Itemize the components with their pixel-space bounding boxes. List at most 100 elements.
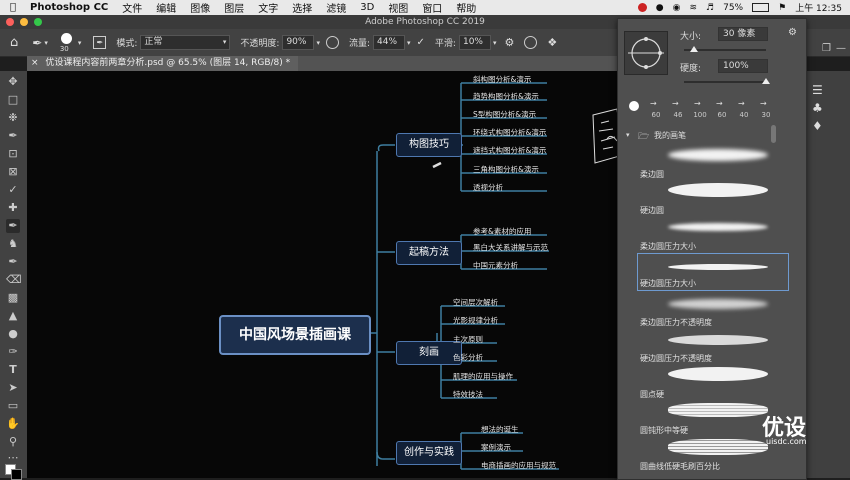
flag-icon[interactable]: ⚑ (778, 3, 786, 13)
menu-window[interactable]: 窗口 (422, 0, 442, 15)
chevron-down-icon[interactable]: ▾ (44, 39, 48, 47)
mindmap-leaf[interactable]: 案例演示 (481, 442, 511, 453)
background-color-swatch[interactable] (11, 469, 22, 480)
mindmap-leaf[interactable]: 透视分析 (473, 182, 503, 193)
menu-help[interactable]: 帮助 (456, 0, 476, 15)
wifi-icon[interactable]: ≋ (689, 3, 697, 13)
menu-app[interactable]: Photoshop CC (30, 2, 108, 13)
pen-tool-icon[interactable]: ✑ (6, 345, 20, 359)
brush-group-name[interactable]: 我的画笔 (654, 130, 686, 141)
tip-preset-icon[interactable]: → (650, 99, 657, 108)
brush-tool-icon[interactable]: ✒ (6, 219, 20, 233)
gear-icon[interactable]: ⚙ (504, 36, 514, 49)
move-tool-icon[interactable]: ✥ (6, 75, 20, 89)
mindmap-leaf[interactable]: 特效技法 (453, 389, 483, 400)
brush-item[interactable]: 硬边圆 (638, 179, 788, 215)
brush-size-input[interactable]: 30 像素 (718, 27, 768, 41)
mindmap-leaf[interactable]: 肌理的应用与操作 (453, 371, 513, 382)
type-tool-icon[interactable]: T (6, 363, 20, 377)
crop-tool-icon[interactable]: ⊡ (6, 147, 20, 161)
brush-tool-icon[interactable]: ✒ (32, 36, 42, 50)
brush-item-selected[interactable]: 硬边圆压力大小 (637, 253, 789, 291)
brush-angle-roundness-widget[interactable] (624, 31, 668, 75)
pressure-size-icon[interactable] (524, 36, 538, 49)
mindmap-leaf[interactable]: 趋势构图分析&演示 (473, 91, 539, 102)
minimize-window-icon[interactable] (20, 18, 28, 26)
path-select-tool-icon[interactable]: ➤ (6, 381, 20, 395)
mindmap-leaf[interactable]: 电商插画的应用与规范 (481, 460, 556, 471)
brush-preset-picker[interactable]: 30 (58, 31, 76, 55)
battery-icon[interactable] (752, 3, 770, 12)
blur-tool-icon[interactable]: ▲ (6, 309, 20, 323)
marquee-tool-icon[interactable]: □ (6, 93, 20, 107)
menu-3d[interactable]: 3D (360, 2, 374, 13)
zoom-window-icon[interactable] (34, 18, 42, 26)
mindmap-leaf[interactable]: 主次原则 (453, 334, 483, 345)
mindmap-leaf[interactable]: 空间层次解析 (453, 297, 498, 308)
tip-preset-icon[interactable]: → (760, 99, 767, 108)
healing-tool-icon[interactable]: ✚ (6, 201, 20, 215)
more-tools-icon[interactable]: ⋯ (6, 451, 20, 465)
mindmap-branch-creation[interactable]: 创作与实践 (396, 441, 462, 465)
brush-item[interactable]: 硬边圆压力不透明度 (638, 327, 788, 363)
tip-preset-icon[interactable]: → (738, 99, 745, 108)
mindmap-leaf[interactable]: 斜构图分析&演示 (473, 74, 531, 85)
chevron-down-icon[interactable]: ▾ (626, 131, 630, 139)
gradient-tool-icon[interactable]: ▩ (6, 291, 20, 305)
mindmap-leaf[interactable]: 三角构图分析&演示 (473, 164, 539, 175)
hardness-slider-thumb[interactable] (762, 78, 770, 84)
frame-tool-icon[interactable]: ⊠ (6, 165, 20, 179)
channels-panel-icon[interactable]: ♣ (812, 101, 823, 115)
home-icon[interactable]: ⌂ (10, 35, 18, 50)
menu-view[interactable]: 视图 (388, 0, 408, 15)
mode-select[interactable]: 正常 ▾ (140, 35, 231, 50)
chevron-down-icon[interactable]: ▾ (316, 39, 320, 47)
mindmap-leaf[interactable]: 黑白大关系讲解与示范 (473, 242, 548, 253)
gear-icon[interactable]: ⚙ (788, 27, 797, 38)
document-tab[interactable]: × 优设课程内容前两章分析.psd @ 65.5% (图层 14, RGB/8)… (27, 56, 299, 71)
mindmap-root-node[interactable]: 中国风场景插画课 (219, 315, 371, 355)
close-tab-icon[interactable]: × (31, 58, 39, 68)
record-icon[interactable] (637, 3, 647, 12)
chevron-down-icon[interactable]: ▾ (78, 39, 82, 47)
smoothing-input[interactable]: 10% (458, 35, 491, 50)
eyedropper-tool-icon[interactable]: ✓ (6, 183, 20, 197)
layers-panel-icon[interactable]: ☰ (812, 83, 823, 97)
clock[interactable]: 上午 12:35 (795, 1, 842, 14)
history-brush-icon[interactable]: ✒ (6, 255, 20, 269)
brush-item[interactable]: 圆点硬 (638, 363, 788, 399)
tip-preset-hard-round[interactable] (629, 101, 639, 111)
brush-item[interactable]: 柔边圆 (638, 143, 788, 179)
menu-type[interactable]: 文字 (258, 0, 278, 15)
brush-size-slider-thumb[interactable] (690, 46, 698, 52)
mindmap-leaf[interactable]: 中国元素分析 (473, 260, 518, 271)
document-canvas[interactable]: 中国风场景插画课 构图技巧 起稿方法 刻画 创作与实践 斜构图分析&演示 趋势构… (27, 71, 619, 478)
wechat-icon[interactable]: ● (656, 3, 664, 13)
mindmap-leaf[interactable]: 环绕式构图分析&演示 (473, 127, 546, 138)
brush-item[interactable]: 柔边圆压力大小 (638, 215, 788, 251)
brush-settings-icon[interactable]: ✒ (93, 36, 107, 49)
airbrush-icon[interactable]: ✓ (417, 37, 425, 48)
lasso-tool-icon[interactable]: ❉ (6, 111, 20, 125)
brush-list-scrollbar[interactable] (771, 125, 776, 143)
menu-edit[interactable]: 编辑 (156, 0, 176, 15)
eraser-tool-icon[interactable]: ⌫ (6, 273, 22, 287)
mindmap-branch-composition[interactable]: 构图技巧 (396, 133, 462, 157)
opacity-input[interactable]: 90% (282, 35, 315, 50)
mindmap-leaf[interactable]: 光影规律分析 (453, 315, 498, 326)
symmetry-icon[interactable]: ❖ (547, 36, 557, 49)
quick-select-tool-icon[interactable]: ✒ (6, 129, 20, 143)
menu-image[interactable]: 图像 (190, 0, 210, 15)
paths-panel-icon[interactable]: ♦ (812, 119, 823, 133)
hand-tool-icon[interactable]: ✋ (6, 417, 20, 431)
chat-icon[interactable]: ◉ (673, 3, 681, 13)
mindmap-leaf[interactable]: 参考&素材的应用 (473, 226, 531, 237)
volume-icon[interactable]: ♬ (706, 3, 714, 13)
dodge-tool-icon[interactable]: ● (6, 327, 20, 341)
tip-preset-icon[interactable]: → (672, 99, 679, 108)
tip-preset-icon[interactable]: → (694, 99, 701, 108)
menu-filter[interactable]: 滤镜 (326, 0, 346, 15)
chevron-down-icon[interactable]: ▾ (493, 39, 497, 47)
menu-select[interactable]: 选择 (292, 0, 312, 15)
menu-layer[interactable]: 图层 (224, 0, 244, 15)
